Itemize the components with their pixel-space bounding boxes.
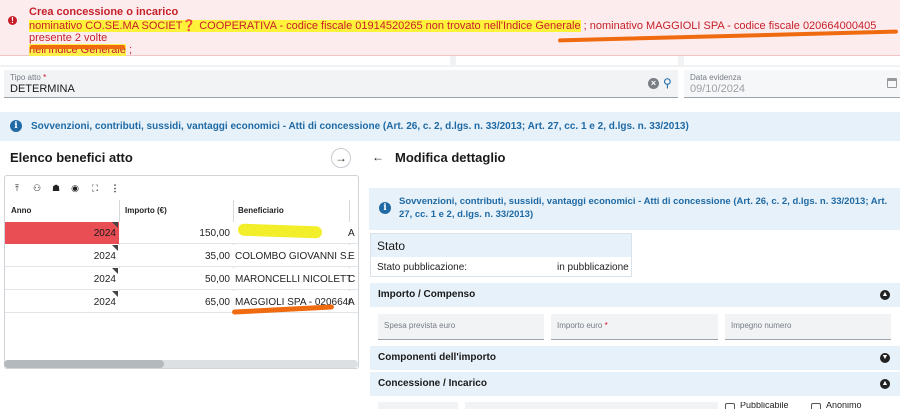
importo-field[interactable]: Importo euro * bbox=[551, 314, 718, 340]
form-segment bbox=[684, 56, 900, 65]
detail-info-text: Sovvenzioni, contributi, sussidi, vantag… bbox=[399, 196, 888, 220]
scrollbar-thumb[interactable] bbox=[4, 360, 164, 368]
data-evidenza-value: 09/10/2024 bbox=[690, 83, 746, 95]
info-bar: i Sovvenzioni, contributi, sussidi, vant… bbox=[0, 112, 900, 141]
cell-beneficiario: MARONCELLI NICOLETTA bbox=[235, 274, 350, 285]
pubblicabile-label: Pubblicabile bbox=[740, 402, 789, 409]
fullscreen-icon[interactable]: ⛶ bbox=[89, 182, 101, 194]
modifica-title: Modifica dettaglio bbox=[395, 150, 506, 165]
data-evidenza-field[interactable]: Data evidenza 09/10/2024 bbox=[684, 70, 900, 98]
cell-importo: 150,00 bbox=[199, 228, 230, 239]
form-strip bbox=[0, 56, 900, 67]
impegno-label: Impegno numero bbox=[731, 321, 792, 330]
horizontal-scrollbar[interactable] bbox=[4, 360, 358, 368]
form-segment bbox=[0, 56, 450, 65]
stato-key: Stato pubblicazione: bbox=[377, 262, 468, 273]
anonimo-label: Anonimo bbox=[826, 402, 862, 409]
section-componenti-title: Componenti dell'importo bbox=[378, 352, 496, 363]
tipo-atto-field[interactable]: Tipo atto * DETERMINA × ⚲ bbox=[4, 70, 678, 98]
section-importo[interactable]: Importo / Compenso ▲ bbox=[370, 283, 900, 307]
anno-field[interactable] bbox=[378, 402, 458, 409]
error-message-1: nominativo CO.SE.MA SOCIET❓ COOPERATIVA … bbox=[29, 20, 581, 32]
banner-message: nominativo CO.SE.MA SOCIET❓ COOPERATIVA … bbox=[29, 20, 897, 56]
benefici-grid: ⤒ ⚇ ☗ ◉ ⛶ ⋮ Anno Importo (€) Beneficiari… bbox=[4, 175, 359, 369]
upload-icon[interactable]: ⤒ bbox=[11, 182, 23, 194]
columns-icon[interactable]: ☗ bbox=[50, 182, 62, 194]
form-segment bbox=[456, 56, 678, 65]
eye-icon[interactable]: ◉ bbox=[69, 182, 81, 194]
collapse-icon[interactable]: ▲ bbox=[880, 379, 890, 389]
anonimo-checkbox[interactable] bbox=[811, 403, 821, 409]
search-icon[interactable]: ⚲ bbox=[663, 76, 672, 90]
more-icon[interactable]: ⋮ bbox=[109, 182, 121, 194]
data-evidenza-label: Data evidenza bbox=[690, 73, 742, 82]
cell-extra: E bbox=[348, 251, 355, 262]
impegno-field[interactable]: Impegno numero bbox=[725, 314, 891, 340]
info-text: Sovvenzioni, contributi, sussidi, vantag… bbox=[31, 121, 689, 132]
table-row[interactable]: 2024 35,00 COLOMBO GIOVANNI S.R. E bbox=[5, 245, 358, 267]
stato-header: Stato bbox=[371, 234, 631, 257]
importo-label: Importo euro * bbox=[557, 321, 608, 330]
cell-anno: 2024 bbox=[93, 274, 116, 285]
cell-extra: A bbox=[348, 228, 355, 239]
cell-importo: 65,00 bbox=[204, 297, 230, 308]
cell-anno: 2024 bbox=[93, 251, 116, 262]
tipo-atto-value: DETERMINA bbox=[10, 83, 75, 95]
calendar-icon[interactable] bbox=[887, 78, 897, 88]
banner-title: Crea concessione o incarico bbox=[29, 6, 179, 18]
table-row[interactable]: 2024 50,00 MARONCELLI NICOLETTA C bbox=[5, 268, 358, 290]
cell-anno: 2024 bbox=[93, 297, 116, 308]
cell-anno: 2024 bbox=[5, 222, 119, 244]
section-concessione[interactable]: Concessione / Incarico ▲ bbox=[370, 372, 900, 396]
annotation-stroke bbox=[30, 45, 125, 49]
stato-value: in pubblicazione bbox=[557, 262, 629, 273]
tipo-atto-label: Tipo atto * bbox=[10, 73, 47, 82]
column-header-beneficiario[interactable]: Beneficiario bbox=[238, 206, 284, 215]
benefici-title: Elenco benefici atto bbox=[10, 150, 133, 165]
detail-info-bar: i Sovvenzioni, contributi, sussidi, vant… bbox=[369, 188, 900, 230]
warning-marker-icon bbox=[112, 222, 118, 228]
arrow-right-button[interactable]: → bbox=[331, 148, 351, 168]
group-icon[interactable]: ⚇ bbox=[31, 182, 43, 194]
section-importo-title: Importo / Compenso bbox=[378, 289, 476, 300]
section-componenti[interactable]: Componenti dell'importo ▼ bbox=[370, 346, 900, 370]
clear-icon[interactable]: × bbox=[648, 78, 659, 89]
message-end: ; bbox=[125, 44, 133, 56]
info-icon: i bbox=[379, 202, 391, 214]
cell-beneficiario: COLOMBO GIOVANNI S.R. bbox=[235, 251, 350, 262]
beneficiario-field[interactable] bbox=[465, 402, 718, 409]
spesa-label: Spesa prevista euro bbox=[384, 321, 456, 330]
spesa-field[interactable]: Spesa prevista euro bbox=[378, 314, 544, 340]
pubblicabile-checkbox[interactable] bbox=[725, 403, 735, 409]
column-header-anno[interactable]: Anno bbox=[11, 206, 31, 215]
warning-marker-icon bbox=[112, 268, 118, 274]
info-icon: i bbox=[10, 120, 22, 132]
cell-importo: 35,00 bbox=[204, 251, 230, 262]
grid-toolbar: ⤒ ⚇ ☗ ◉ ⛶ ⋮ bbox=[5, 176, 358, 200]
expand-icon[interactable]: ▼ bbox=[880, 353, 890, 363]
section-concessione-title: Concessione / Incarico bbox=[378, 378, 487, 389]
grid-header: Anno Importo (€) Beneficiario bbox=[5, 200, 358, 224]
message-separator: ; bbox=[580, 20, 590, 32]
stato-card: Stato Stato pubblicazione: in pubblicazi… bbox=[370, 233, 632, 277]
column-header-importo[interactable]: Importo (€) bbox=[125, 206, 167, 215]
back-arrow-icon[interactable]: ← bbox=[372, 150, 384, 164]
warning-marker-icon bbox=[112, 291, 118, 297]
error-banner: ! Crea concessione o incarico nominativo… bbox=[0, 0, 900, 56]
cell-extra: A bbox=[348, 297, 355, 308]
alert-circle-icon: ! bbox=[8, 16, 17, 25]
collapse-icon[interactable]: ▲ bbox=[880, 290, 890, 300]
stato-title: Stato bbox=[377, 239, 406, 253]
cell-extra: C bbox=[348, 274, 356, 285]
cell-importo: 50,00 bbox=[204, 274, 230, 285]
warning-marker-icon bbox=[112, 245, 118, 251]
